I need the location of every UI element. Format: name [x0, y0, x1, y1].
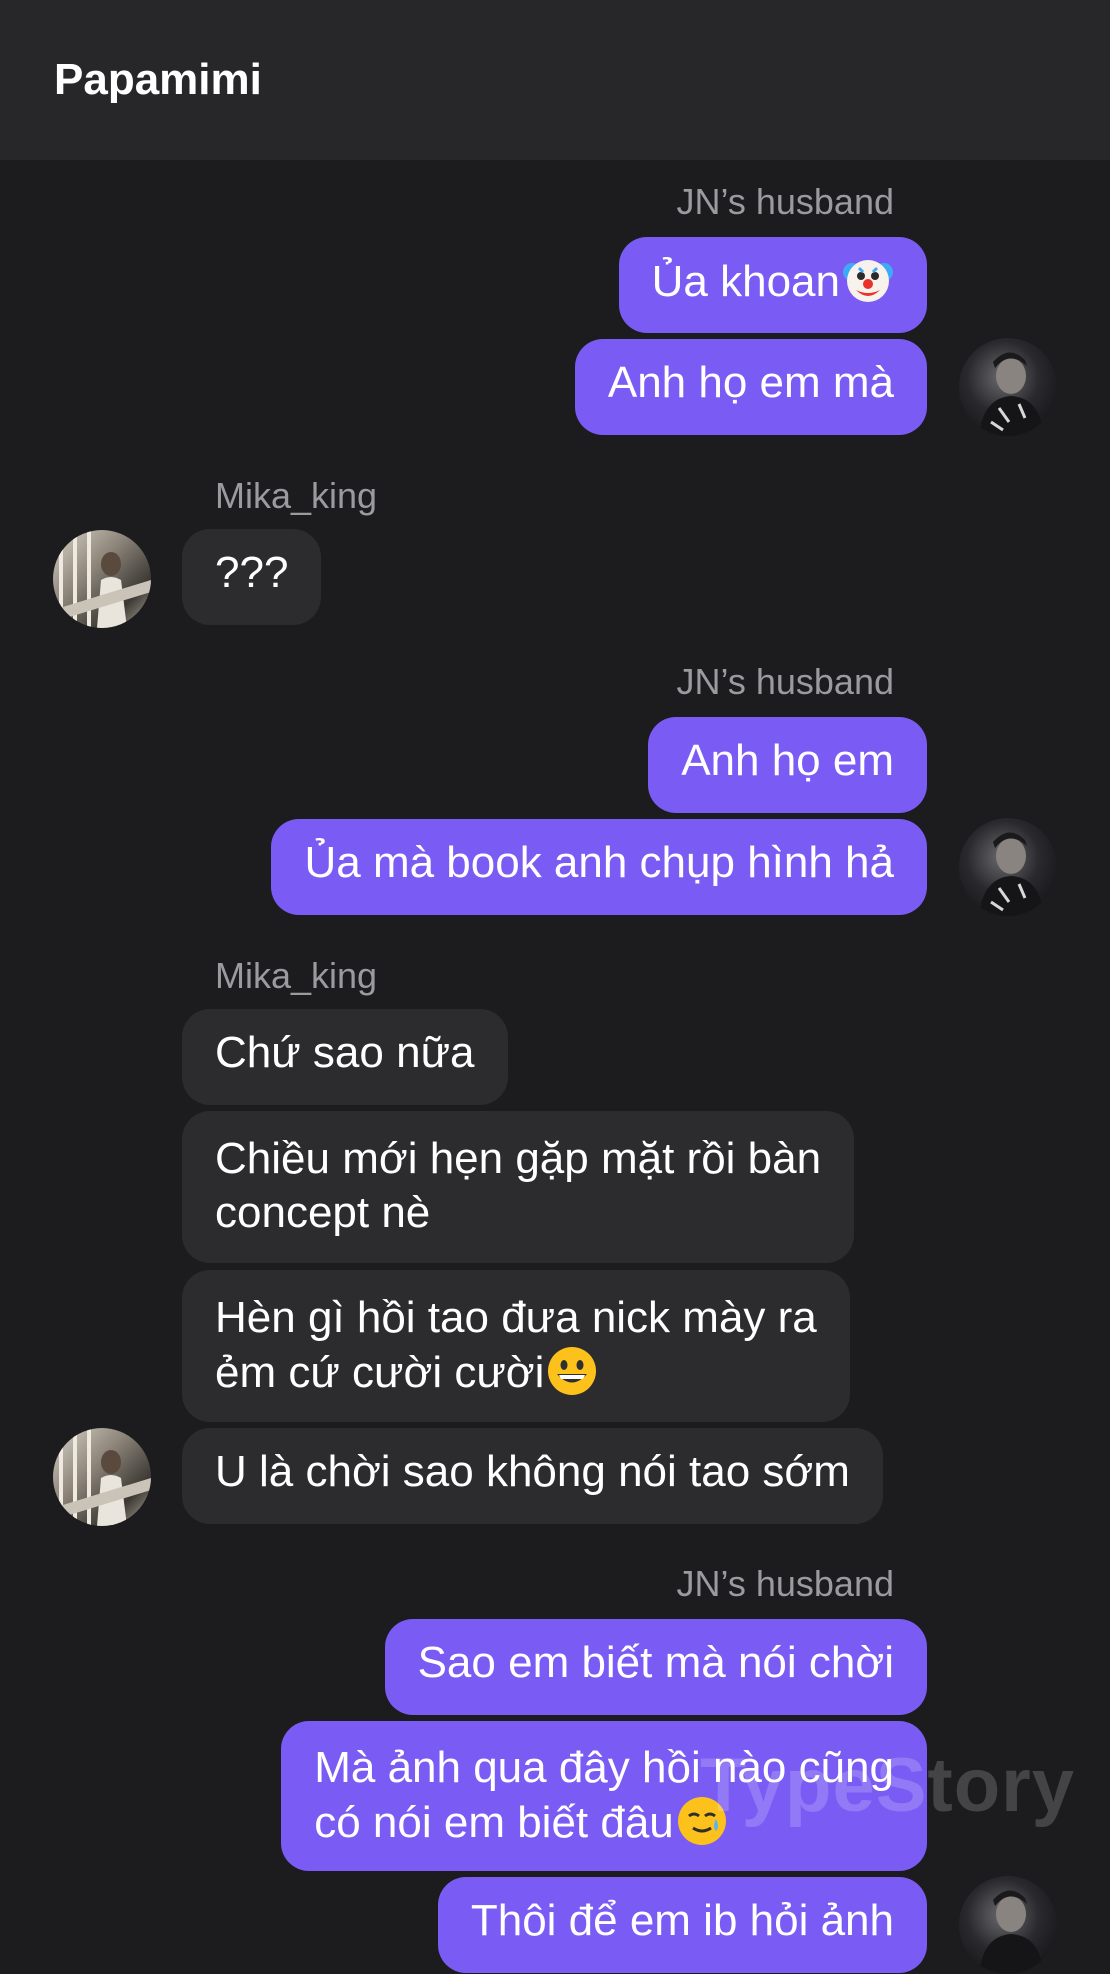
- message-bubble-outgoing[interactable]: Sao em biết mà nói chời: [384, 1619, 927, 1715]
- message-text-line: có nói em biết đâu: [314, 1798, 674, 1847]
- avatar-jns-husband[interactable]: [959, 338, 1057, 436]
- message-text: Sao em biết mà nói chời: [417, 1638, 894, 1687]
- message-bubble-outgoing[interactable]: Ủa mà book anh chụp hình hả: [271, 819, 927, 915]
- message-text: ???: [215, 548, 289, 597]
- profile-photo-icon: [979, 1890, 1043, 1974]
- profile-photo-icon: [53, 1428, 151, 1526]
- chat-header: Papamimi: [0, 0, 1110, 160]
- smiling-face-with-tear-emoji-icon: [677, 1797, 726, 1845]
- message-bubble-incoming[interactable]: U là chời sao không nói tao sớm: [182, 1428, 883, 1524]
- message-bubble-incoming[interactable]: Hèn gì hồi tao đưa nick mày ra ẻm cứ cườ…: [182, 1270, 850, 1422]
- sender-name: JN’s husband: [676, 661, 894, 702]
- avatar-jns-husband[interactable]: [959, 1876, 1057, 1974]
- avatar-mika-king[interactable]: [53, 1428, 151, 1526]
- message-bubble-outgoing[interactable]: Thôi để em ib hỏi ảnh: [437, 1877, 927, 1973]
- message-text-line: ẻm cứ cười cười: [215, 1348, 545, 1397]
- avatar-jns-husband[interactable]: [959, 818, 1057, 916]
- message-text-line: Mà ảnh qua đây hồi nào cũng: [314, 1743, 894, 1792]
- grinning-face-emoji-icon: [548, 1347, 597, 1395]
- message-text: Anh họ em: [681, 736, 894, 785]
- message-text: Chứ sao nữa: [215, 1028, 475, 1077]
- message-bubble-incoming[interactable]: Chiều mới hẹn gặp mặt rồi bàn concept nè: [182, 1111, 855, 1263]
- message-text-line: concept nè: [215, 1188, 431, 1237]
- profile-photo-icon: [979, 352, 1043, 436]
- message-text-line: Hèn gì hồi tao đưa nick mày ra: [215, 1293, 817, 1342]
- message-text: Thôi để em ib hỏi ảnh: [470, 1896, 894, 1945]
- message-bubble-incoming[interactable]: ???: [182, 529, 322, 625]
- chat-title: Papamimi: [54, 55, 262, 104]
- sender-name: JN’s husband: [676, 1563, 894, 1604]
- message-text: Anh họ em mà: [607, 358, 894, 407]
- profile-photo-icon: [979, 832, 1043, 916]
- sender-name: JN’s husband: [676, 181, 894, 222]
- profile-photo-icon: [53, 530, 151, 628]
- message-bubble-outgoing[interactable]: Ủa khoan: [618, 237, 927, 333]
- sender-name: Mika_king: [215, 955, 378, 996]
- message-text: U là chời sao không nói tao sớm: [215, 1447, 850, 1496]
- message-text-line: Chiều mới hẹn gặp mặt rồi bàn: [215, 1134, 822, 1183]
- message-bubble-outgoing[interactable]: Anh họ em mà: [574, 339, 927, 435]
- clown-face-emoji-icon: [843, 260, 893, 302]
- message-bubble-outgoing[interactable]: Anh họ em: [648, 717, 927, 813]
- message-bubble-incoming[interactable]: Chứ sao nữa: [182, 1009, 508, 1105]
- message-text: Ủa khoan: [651, 257, 840, 306]
- message-text: Ủa mà book anh chụp hình hả: [304, 838, 894, 887]
- avatar-mika-king[interactable]: [53, 530, 151, 628]
- message-bubble-outgoing[interactable]: Mà ảnh qua đây hồi nào cũng có nói em bi…: [281, 1721, 927, 1871]
- sender-name: Mika_king: [215, 475, 378, 516]
